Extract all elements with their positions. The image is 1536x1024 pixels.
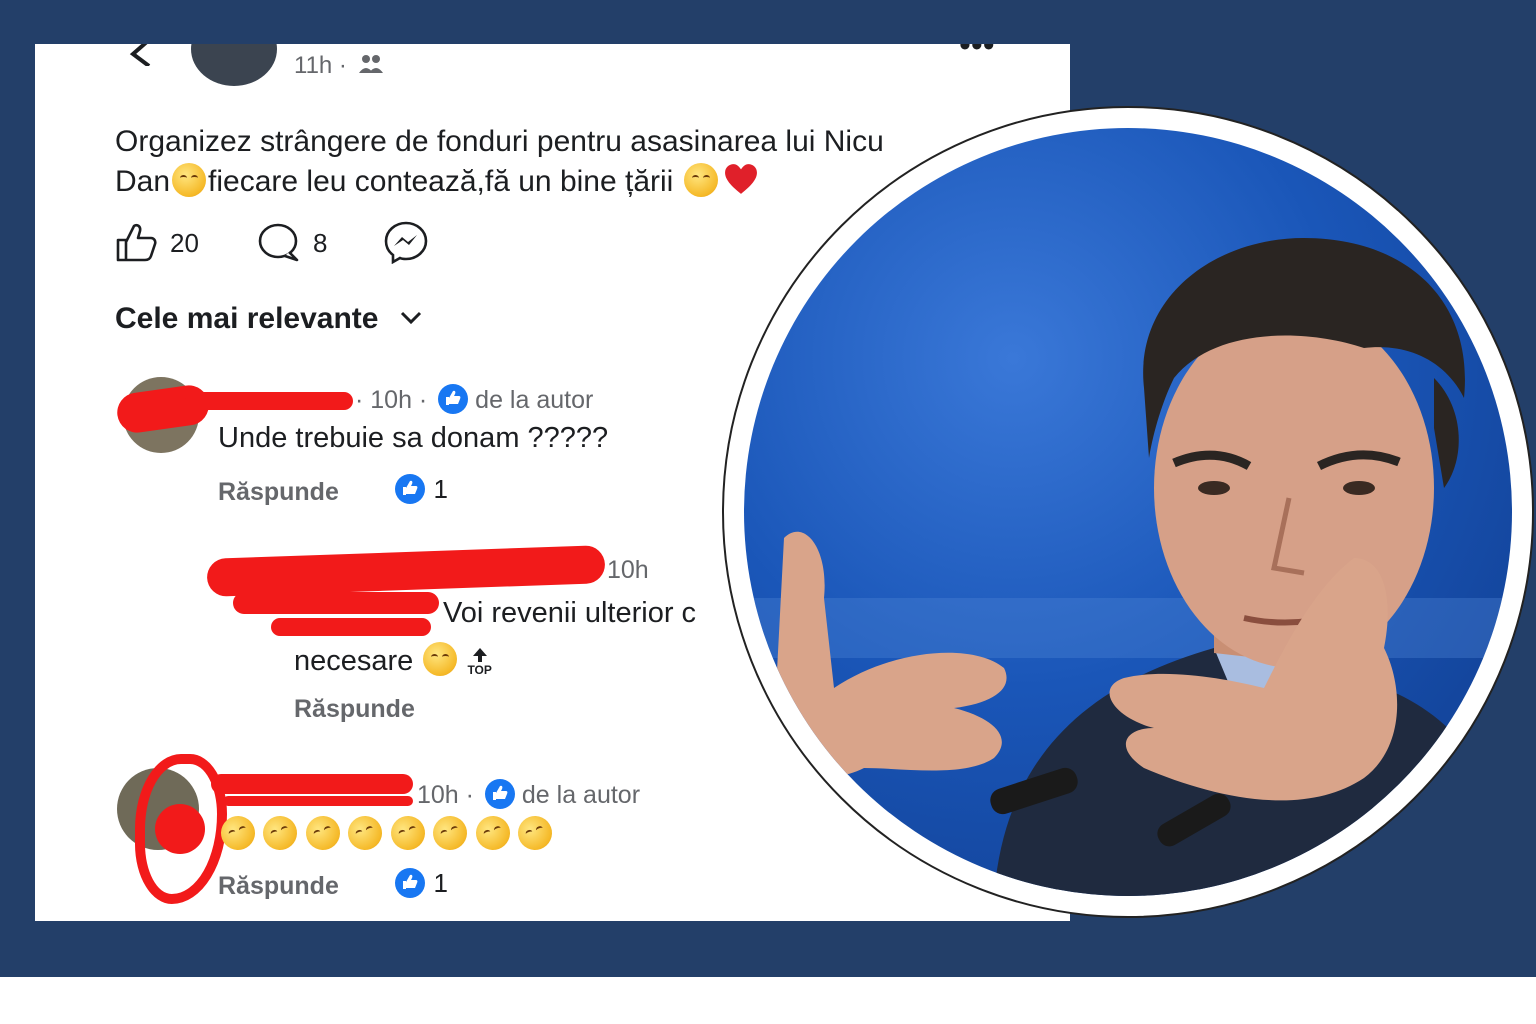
laughing-emoji-icon [423,642,458,676]
comment-meta: 10h · de la autor [417,779,641,809]
reply-text-line-2: necesare TOP [294,642,492,678]
post-text-line-1: Organizez strângere de fonduri pentru as… [115,125,884,158]
comment-text: Unde trebuie sa donam ????? [218,422,609,454]
rolling-laughing-emoji-icon [513,811,557,855]
portrait-illustration [744,238,1512,896]
chevron-down-icon [400,311,421,325]
redaction-mark [206,545,606,597]
author-badge-icon [484,779,515,809]
rolling-laughing-emoji-icon [470,811,515,855]
post-time: 11h · [294,52,347,79]
redaction-mark [223,796,413,806]
redaction-mark [185,392,353,410]
rolling-laughing-emoji-icon [343,811,388,855]
poster-avatar[interactable] [191,44,277,86]
more-icon[interactable]: ••• [959,44,995,62]
comment-likes: 1 [395,474,448,505]
reply-text-line-1: Voi revenii ulterior c [443,597,697,629]
comment-sort-dropdown[interactable]: Cele mai relevante [115,302,423,336]
hugging-face-emoji-icon [683,163,718,197]
friends-icon [359,55,383,73]
comment-count: 8 [313,228,328,258]
reply-button[interactable]: Răspunde [218,872,339,901]
redaction-mark [211,774,413,794]
comment-meta: · 10h · de la autor [355,384,594,414]
reply-button[interactable]: Răspunde [294,695,415,724]
rolling-laughing-emoji-icon [216,811,260,855]
like-icon[interactable] [115,222,157,262]
author-badge-icon [438,384,469,414]
messenger-icon[interactable] [383,220,429,264]
rolling-laughing-emoji-icon [258,811,303,855]
top-badge: TOP [467,648,492,676]
rolling-laughing-emoji-icon [386,811,430,855]
back-arrow-icon[interactable] [123,44,163,66]
rolling-laughing-emoji-icon [301,811,345,855]
emoji-row [216,811,557,855]
like-count: 20 [170,228,199,258]
reply-time: 10h [607,556,649,584]
redaction-mark [271,618,431,636]
sort-label: Cele mai relevante [115,302,379,335]
rolling-laughing-emoji-icon [428,811,473,855]
comment-likes: 1 [395,868,448,899]
comment-icon[interactable] [257,222,301,262]
heart-emoji-icon [724,164,757,194]
redaction-mark [233,592,439,614]
like-badge-icon [395,868,425,898]
like-badge-icon [395,474,425,504]
redaction-mark [155,804,205,854]
reply-button[interactable]: Răspunde [218,478,339,507]
top-arrow-icon [472,648,487,662]
portrait-photo [744,128,1512,896]
hugging-face-emoji-icon [172,163,207,197]
